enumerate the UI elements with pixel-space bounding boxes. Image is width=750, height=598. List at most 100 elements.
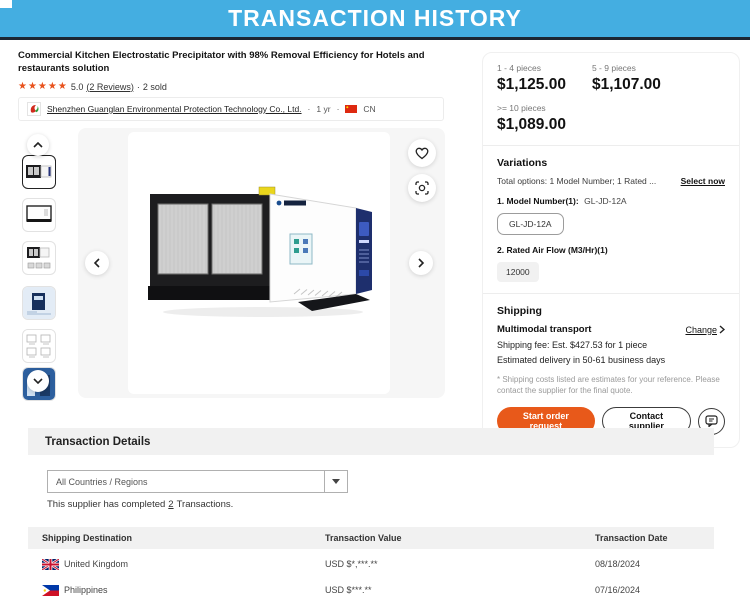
date-cell: 07/16/2024 bbox=[595, 585, 641, 595]
thumbnails-scroll-down-button[interactable] bbox=[27, 370, 49, 392]
supplier-country: CN bbox=[363, 104, 376, 114]
dot-separator: · bbox=[307, 104, 311, 114]
shipping-method-row: Multimodal transport Change bbox=[497, 324, 725, 335]
thumbnail-1-image bbox=[26, 165, 52, 178]
supplier-link[interactable]: Shenzhen Guanglan Environmental Protecti… bbox=[47, 104, 302, 114]
summary-prefix: This supplier has completed bbox=[47, 499, 166, 510]
country-filter-dropdown[interactable]: All Countries / Regions bbox=[47, 470, 348, 493]
star-rating-icon: ★★★★★ bbox=[18, 81, 68, 92]
thumbnail-2-image bbox=[26, 205, 52, 222]
change-shipping-link[interactable]: Change bbox=[685, 325, 725, 335]
chevron-down-icon bbox=[33, 378, 43, 384]
value-cell: USD $*,***.** bbox=[325, 559, 378, 569]
header-transaction-date: Transaction Date bbox=[595, 533, 668, 543]
value-cell: USD $***.** bbox=[325, 585, 372, 595]
thumbnail-3-image bbox=[27, 247, 51, 269]
delivery-estimate: Estimated delivery in 50-61 business day… bbox=[497, 355, 666, 365]
airflow-option[interactable]: 12000 bbox=[497, 262, 539, 282]
favorite-button[interactable] bbox=[408, 139, 436, 167]
price-tier-2: 5 - 9 pieces $1,107.00 bbox=[592, 63, 661, 94]
caret-down-icon bbox=[332, 479, 340, 484]
thumbnail-3[interactable] bbox=[22, 241, 56, 275]
tier-price: $1,125.00 bbox=[497, 76, 566, 93]
divider bbox=[483, 145, 739, 146]
image-search-button[interactable] bbox=[408, 174, 436, 202]
product-illustration bbox=[148, 186, 372, 317]
tier-qty: >= 10 pieces bbox=[497, 103, 546, 113]
destination-name: United Kingdom bbox=[64, 559, 129, 569]
chevron-right-icon bbox=[719, 325, 725, 334]
supplier-bar: Shenzhen Guanglan Environmental Protecti… bbox=[18, 97, 444, 121]
price-tier-row: 1 - 4 pieces $1,125.00 5 - 9 pieces $1,1… bbox=[497, 63, 725, 94]
gallery-prev-button[interactable] bbox=[85, 251, 109, 275]
transaction-details-bar: Transaction Details bbox=[28, 428, 714, 455]
thumbnail-5-image bbox=[23, 330, 55, 362]
header-shipping-destination: Shipping Destination bbox=[42, 533, 132, 543]
tier-price: $1,107.00 bbox=[591, 76, 661, 93]
table-row: Philippines USD $***.** 07/16/2024 bbox=[28, 577, 714, 598]
ph-flag-icon bbox=[42, 584, 59, 596]
divider bbox=[483, 293, 739, 294]
tier-price: $1,089.00 bbox=[497, 116, 566, 133]
thumbnail-4-image bbox=[23, 287, 55, 319]
shipping-fee: Shipping fee: Est. $427.53 for 1 piece bbox=[497, 340, 648, 350]
table-row: United Kingdom USD $*,***.** 08/18/2024 bbox=[28, 551, 714, 577]
tier-qty: 5 - 9 pieces bbox=[591, 63, 636, 73]
lens-icon bbox=[415, 181, 429, 195]
thumbnails-scroll-up-button[interactable] bbox=[27, 134, 49, 156]
transaction-count: 2 bbox=[168, 499, 174, 510]
change-label: Change bbox=[685, 324, 717, 335]
country-filter-value: All Countries / Regions bbox=[56, 476, 148, 487]
rating-row: ★★★★★ 5.0 (2 Reviews) · 2 sold bbox=[18, 81, 167, 92]
variations-heading: Variations bbox=[497, 157, 548, 169]
cn-flag-icon bbox=[345, 105, 358, 113]
tier-qty: 1 - 4 pieces bbox=[497, 63, 541, 73]
reviews-link[interactable]: (2 Reviews) bbox=[86, 82, 134, 92]
header-transaction-value: Transaction Value bbox=[325, 533, 402, 543]
chevron-right-icon bbox=[418, 258, 425, 268]
product-title: Commercial Kitchen Electrostatic Precipi… bbox=[18, 50, 425, 74]
transaction-summary: This supplier has completed 2 Transactions… bbox=[47, 499, 233, 510]
shipping-method: Multimodal transport bbox=[497, 324, 592, 335]
shipping-note: * Shipping costs listed are estimates fo… bbox=[497, 375, 720, 395]
summary-suffix: Transactions. bbox=[176, 499, 234, 510]
uk-flag-icon bbox=[42, 558, 59, 570]
dot-separator: · bbox=[336, 104, 340, 114]
transaction-history-banner: TRANSACTION HISTORY bbox=[0, 0, 750, 40]
gallery-next-button[interactable] bbox=[409, 251, 433, 275]
thumbnail-1[interactable] bbox=[22, 155, 56, 189]
shipping-heading: Shipping bbox=[497, 305, 542, 317]
select-now-link[interactable]: Select now bbox=[681, 176, 725, 186]
model-number-label: 1. Model Number(1): bbox=[497, 196, 579, 206]
chevron-up-icon bbox=[33, 142, 43, 148]
thumbnail-5[interactable] bbox=[22, 329, 56, 363]
price-tier-3: >= 10 pieces $1,089.00 bbox=[497, 103, 725, 134]
destination-cell: Philippines bbox=[28, 584, 325, 596]
heart-icon bbox=[415, 147, 429, 159]
banner-title: TRANSACTION HISTORY bbox=[228, 5, 522, 31]
variations-summary-row: Total options: 1 Model Number; 1 Rated .… bbox=[497, 176, 725, 186]
sold-count: 2 sold bbox=[142, 81, 167, 92]
model-number-line: 1. Model Number(1): GL-JD-12A bbox=[497, 196, 725, 206]
message-icon bbox=[705, 415, 718, 427]
offer-panel: 1 - 4 pieces $1,125.00 5 - 9 pieces $1,1… bbox=[482, 52, 740, 448]
supplier-logo bbox=[27, 102, 41, 116]
dot-separator: · bbox=[136, 81, 140, 92]
rating-score: 5.0 bbox=[70, 81, 84, 92]
destination-cell: United Kingdom bbox=[28, 558, 325, 570]
date-cell: 08/18/2024 bbox=[595, 559, 641, 569]
destination-name: Philippines bbox=[64, 585, 108, 595]
supplier-years: 1 yr bbox=[316, 104, 331, 114]
thumbnail-4[interactable] bbox=[22, 286, 56, 320]
model-number-option[interactable]: GL-JD-12A bbox=[497, 213, 564, 235]
transaction-details-heading: Transaction Details bbox=[45, 435, 151, 448]
dropdown-arrow-box[interactable] bbox=[324, 471, 347, 492]
chevron-left-icon bbox=[93, 258, 100, 268]
thumbnail-2[interactable] bbox=[22, 198, 56, 232]
variations-summary: Total options: 1 Model Number; 1 Rated .… bbox=[497, 176, 657, 186]
transactions-table-header: Shipping Destination Transaction Value T… bbox=[28, 527, 714, 549]
price-tier-1: 1 - 4 pieces $1,125.00 bbox=[497, 63, 566, 94]
banner-corner-notch bbox=[0, 0, 12, 8]
model-number-value: GL-JD-12A bbox=[584, 196, 627, 206]
airflow-label: 2. Rated Air Flow (M3/Hr)(1) bbox=[497, 245, 608, 255]
